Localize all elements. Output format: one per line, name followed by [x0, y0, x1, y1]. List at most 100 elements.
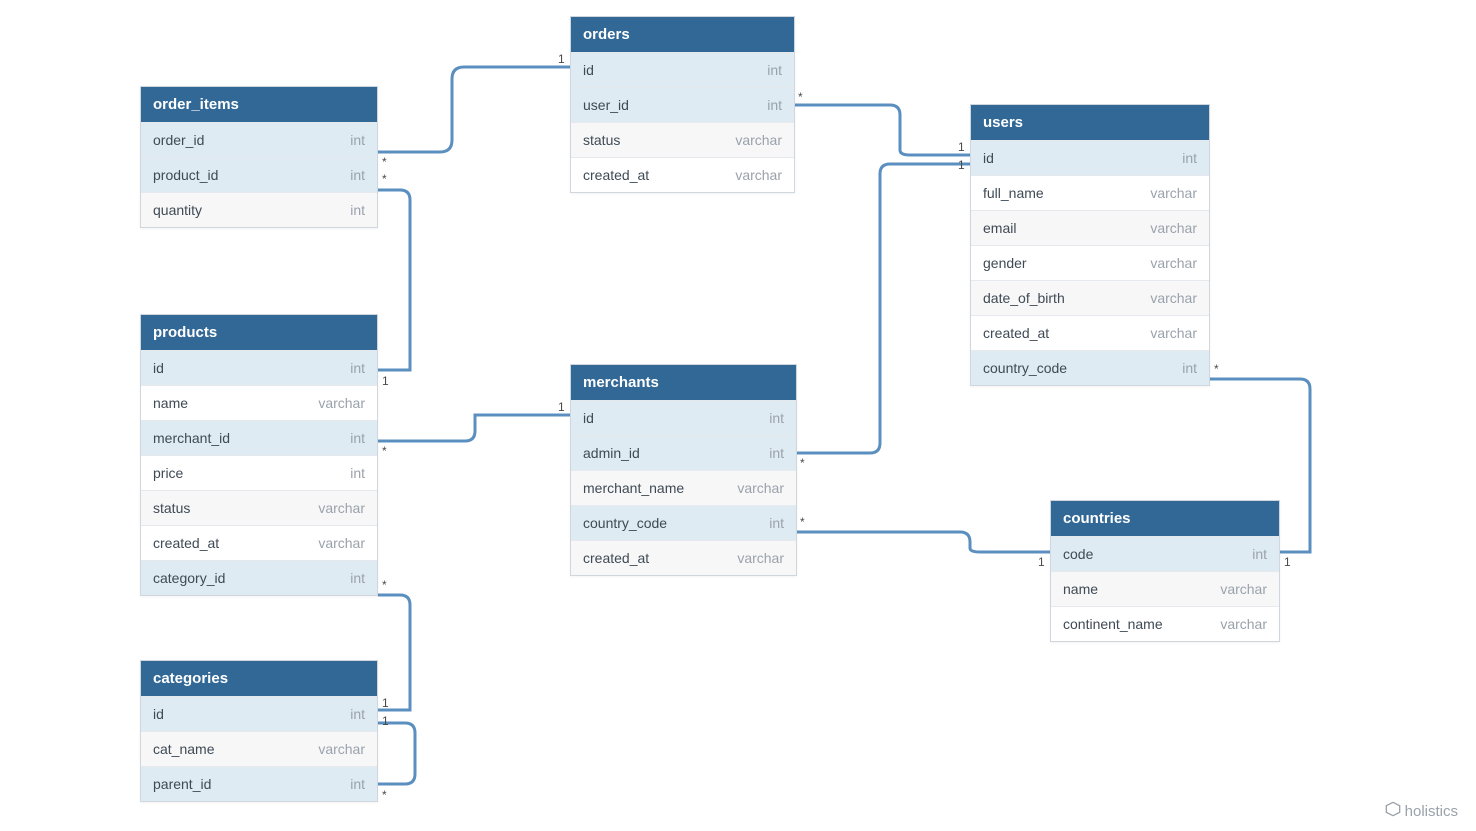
field-row[interactable]: codeint	[1051, 536, 1279, 571]
table-order-items[interactable]: order_items order_idint product_idint qu…	[140, 86, 378, 228]
field-type: varchar	[735, 132, 782, 148]
field-row[interactable]: date_of_birth varchar	[971, 280, 1209, 315]
table-users[interactable]: users idint full_namevarchar emailvarcha…	[970, 104, 1210, 386]
field-name: product_id	[153, 167, 218, 183]
field-row[interactable]: created_at varchar	[571, 157, 794, 192]
field-type: varchar	[737, 550, 784, 566]
field-row[interactable]: quantity int	[141, 192, 377, 227]
field-name: id	[153, 360, 164, 376]
field-row[interactable]: merchant_name varchar	[571, 470, 796, 505]
field-type: varchar	[1150, 325, 1197, 341]
field-name: email	[983, 220, 1016, 236]
field-type: varchar	[1220, 581, 1267, 597]
table-title: orders	[571, 17, 794, 52]
field-name: id	[583, 410, 594, 426]
field-row[interactable]: full_namevarchar	[971, 175, 1209, 210]
field-type: varchar	[737, 480, 784, 496]
holistics-icon	[1385, 801, 1401, 821]
field-row[interactable]: idint	[571, 52, 794, 87]
field-row[interactable]: namevarchar	[141, 385, 377, 420]
table-products[interactable]: products idint namevarchar merchant_idin…	[140, 314, 378, 596]
field-type: int	[1182, 150, 1197, 166]
field-row[interactable]: idint	[141, 350, 377, 385]
table-title: countries	[1051, 501, 1279, 536]
field-row[interactable]: created_atvarchar	[571, 540, 796, 575]
cardinality-label: 1	[558, 400, 565, 414]
field-type: int	[769, 445, 784, 461]
field-name: code	[1063, 546, 1093, 562]
field-type: int	[350, 202, 365, 218]
watermark-holistics: holistics	[1385, 801, 1458, 821]
table-merchants[interactable]: merchants idint admin_id int merchant_nam…	[570, 364, 797, 576]
field-name: status	[153, 500, 190, 516]
field-type: int	[767, 62, 782, 78]
field-row[interactable]: cat_name varchar	[141, 731, 377, 766]
field-type: int	[350, 430, 365, 446]
field-type: int	[350, 132, 365, 148]
field-row[interactable]: statusvarchar	[141, 490, 377, 525]
table-categories[interactable]: categories idint cat_name varchar parent_…	[140, 660, 378, 802]
cardinality-label: 1	[382, 374, 389, 388]
cardinality-label: *	[1214, 362, 1219, 376]
field-row[interactable]: idint	[141, 696, 377, 731]
field-row[interactable]: statusvarchar	[571, 122, 794, 157]
field-row[interactable]: admin_id int	[571, 435, 796, 470]
table-title: products	[141, 315, 377, 350]
cardinality-label: 1	[558, 52, 565, 66]
field-row[interactable]: parent_idint	[141, 766, 377, 801]
cardinality-label: *	[382, 155, 387, 169]
field-name: user_id	[583, 97, 629, 113]
field-type: varchar	[1220, 616, 1267, 632]
field-row[interactable]: name varchar	[1051, 571, 1279, 606]
field-name: gender	[983, 255, 1027, 271]
cardinality-label: *	[800, 515, 805, 529]
field-row[interactable]: id int	[971, 140, 1209, 175]
field-name: created_at	[583, 167, 649, 183]
field-row[interactable]: created_at varchar	[971, 315, 1209, 350]
field-name: id	[983, 150, 994, 166]
table-title: users	[971, 105, 1209, 140]
watermark-text: holistics	[1405, 803, 1458, 820]
field-row[interactable]: category_idint	[141, 560, 377, 595]
field-row[interactable]: country_codeint	[971, 350, 1209, 385]
field-name: date_of_birth	[983, 290, 1065, 306]
field-name: created_at	[983, 325, 1049, 341]
field-row[interactable]: country_codeint	[571, 505, 796, 540]
table-title: categories	[141, 661, 377, 696]
cardinality-label: 1	[1038, 555, 1045, 569]
field-row[interactable]: product_idint	[141, 157, 377, 192]
field-name: category_id	[153, 570, 225, 586]
field-row[interactable]: emailvarchar	[971, 210, 1209, 245]
field-row[interactable]: idint	[571, 400, 796, 435]
field-name: cat_name	[153, 741, 214, 757]
field-type: varchar	[735, 167, 782, 183]
field-name: name	[1063, 581, 1098, 597]
field-type: varchar	[318, 741, 365, 757]
field-name: continent_name	[1063, 616, 1163, 632]
field-name: price	[153, 465, 183, 481]
field-row[interactable]: gendervarchar	[971, 245, 1209, 280]
table-title: merchants	[571, 365, 796, 400]
field-row[interactable]: priceint	[141, 455, 377, 490]
field-row[interactable]: created_atvarchar	[141, 525, 377, 560]
cardinality-label: *	[798, 90, 803, 104]
field-name: merchant_name	[583, 480, 684, 496]
field-type: varchar	[1150, 290, 1197, 306]
field-row[interactable]: merchant_idint	[141, 420, 377, 455]
field-row[interactable]: continent_name varchar	[1051, 606, 1279, 641]
table-orders[interactable]: orders idint user_idint statusvarchar cr…	[570, 16, 795, 193]
field-name: admin_id	[583, 445, 640, 461]
field-name: country_code	[983, 360, 1067, 376]
cardinality-label: 1	[958, 158, 965, 172]
table-countries[interactable]: countries codeint name varchar continent_…	[1050, 500, 1280, 642]
cardinality-label: 1	[382, 696, 389, 710]
field-name: quantity	[153, 202, 202, 218]
field-type: varchar	[318, 395, 365, 411]
field-name: full_name	[983, 185, 1044, 201]
cardinality-label: 1	[1284, 555, 1291, 569]
field-type: int	[350, 776, 365, 792]
field-row[interactable]: user_idint	[571, 87, 794, 122]
cardinality-label: *	[382, 788, 387, 802]
cardinality-label: *	[382, 444, 387, 458]
field-row[interactable]: order_idint	[141, 122, 377, 157]
